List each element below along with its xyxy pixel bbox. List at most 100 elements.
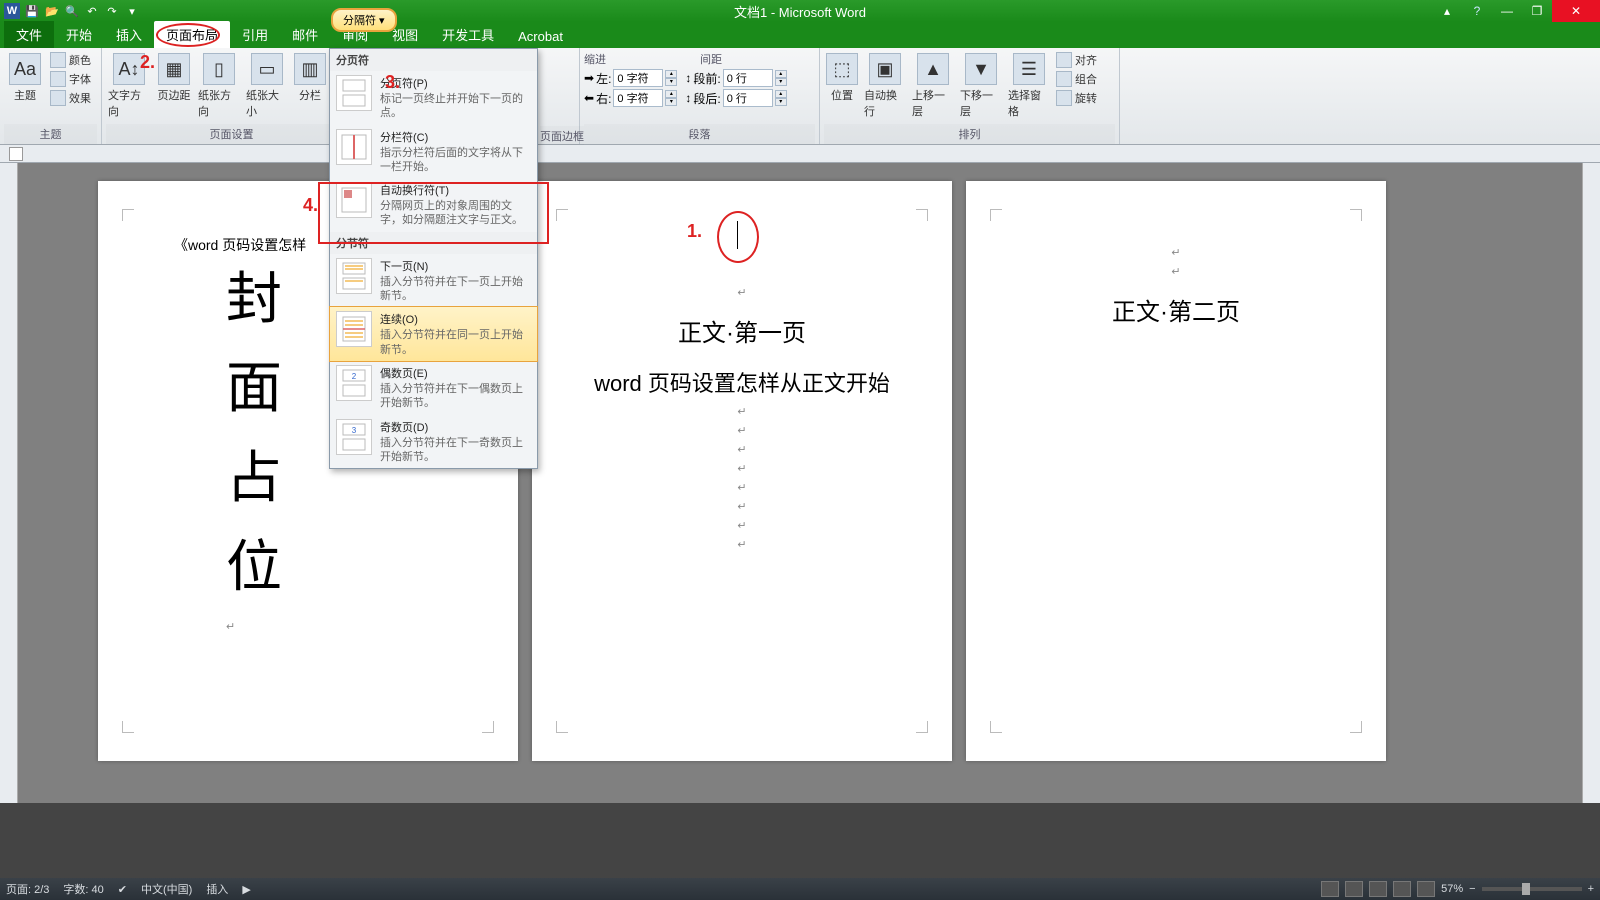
tab-acrobat[interactable]: Acrobat <box>506 25 575 48</box>
status-language[interactable]: 中文(中国) <box>141 881 192 897</box>
ruler-corner <box>0 145 1600 163</box>
group-label-arrange: 排列 <box>824 124 1115 144</box>
minimize-button[interactable]: — <box>1492 0 1522 22</box>
status-words[interactable]: 字数: 40 <box>63 881 103 897</box>
paragraph-mark: ↵ <box>560 286 924 299</box>
themes-button[interactable]: Aa主题 <box>4 51 46 105</box>
position-button[interactable]: ⬚位置 <box>824 51 860 105</box>
page-3[interactable]: ↵ ↵ 正文·第二页 <box>966 181 1386 761</box>
group-button[interactable]: 组合 <box>1054 70 1099 88</box>
vertical-ruler <box>0 163 18 803</box>
group-page-setup: A↕文字方向 ▦页边距 ▯纸张方向 ▭纸张大小 ▥分栏 页面设置 <box>102 48 362 144</box>
save-icon[interactable]: 💾 <box>24 3 40 19</box>
indent-right-input[interactable]: ⬅右:▴▾ <box>584 89 677 107</box>
menu-column-break[interactable]: 分栏符(C)指示分栏符后面的文字将从下一栏开始。 <box>330 125 537 179</box>
spacing-after-input[interactable]: ↕段后:▴▾ <box>685 89 786 107</box>
status-spellcheck-icon[interactable]: ✔ <box>118 883 127 896</box>
menu-even-page[interactable]: 2 偶数页(E)插入分节符并在下一偶数页上开始新节。 <box>330 361 537 415</box>
menu-next-page[interactable]: 下一页(N)插入分节符并在下一页上开始新节。 <box>330 254 537 308</box>
breaks-button[interactable]: 分隔符 ▾ <box>331 8 397 32</box>
theme-effects-button[interactable]: 效果 <box>48 89 93 107</box>
group-label-paragraph: 段落 <box>584 124 815 144</box>
text-direction-button[interactable]: A↕文字方向 <box>106 51 152 121</box>
group-label-themes: 主题 <box>4 124 97 144</box>
tab-mailings[interactable]: 邮件 <box>280 21 330 48</box>
document-area: 《word 页码设置怎样 封 面 占 位 ↵ 1. ↵ 正文·第一页 word … <box>0 163 1600 803</box>
dropdown-section-section-breaks: 分节符 <box>330 232 537 254</box>
title-bar: W 💾 📂 🔍 ↶ ↷ ▾ 文档1 - Microsoft Word ▴ ? —… <box>0 0 1600 22</box>
annotation-circle-cursor <box>717 211 759 263</box>
dropdown-section-page-breaks: 分页符 <box>330 49 537 71</box>
theme-colors-button[interactable]: 颜色 <box>48 51 93 69</box>
status-mode[interactable]: 插入 <box>206 881 228 897</box>
window-title: 文档1 - Microsoft Word <box>734 2 866 21</box>
zoom-slider[interactable] <box>1482 887 1582 891</box>
ruler-toggle[interactable] <box>9 147 23 161</box>
print-preview-icon[interactable]: 🔍 <box>64 3 80 19</box>
tab-references[interactable]: 引用 <box>230 21 280 48</box>
open-icon[interactable]: 📂 <box>44 3 60 19</box>
paragraph-mark: ↵ <box>560 462 924 475</box>
status-bar: 页面: 2/3 字数: 40 ✔ 中文(中国) 插入 ▶ 57% − + <box>0 878 1600 900</box>
effects-icon <box>50 90 66 106</box>
text-cursor <box>737 221 738 249</box>
group-arrange: ⬚位置 ▣自动换行 ▲上移一层 ▼下移一层 ☰选择窗格 对齐 组合 旋转 排列 <box>820 48 1120 144</box>
margin-corner <box>990 721 1002 733</box>
indent-left-input[interactable]: ➡左:▴▾ <box>584 69 677 87</box>
odd-page-icon: 3 <box>336 419 372 455</box>
spacing-before-input[interactable]: ↕段前:▴▾ <box>685 69 786 87</box>
margins-button[interactable]: ▦页边距 <box>154 51 194 105</box>
view-web-layout[interactable] <box>1369 881 1387 897</box>
undo-icon[interactable]: ↶ <box>84 3 100 19</box>
help-icon[interactable]: ? <box>1462 0 1492 22</box>
tab-file[interactable]: 文件 <box>4 21 54 48</box>
page3-heading: 正文·第二页 <box>994 296 1358 330</box>
margin-corner <box>556 209 568 221</box>
view-full-screen[interactable] <box>1345 881 1363 897</box>
menu-odd-page[interactable]: 3 奇数页(D)插入分节符并在下一奇数页上开始新节。 <box>330 415 537 469</box>
zoom-out-button[interactable]: − <box>1469 883 1475 895</box>
paragraph-mark: ↵ <box>560 519 924 532</box>
qat-more-icon[interactable]: ▾ <box>124 3 140 19</box>
column-break-icon <box>336 129 372 165</box>
ribbon-min-icon[interactable]: ▴ <box>1432 0 1462 22</box>
margin-corner <box>556 721 568 733</box>
status-page[interactable]: 页面: 2/3 <box>6 881 49 897</box>
tab-insert[interactable]: 插入 <box>104 21 154 48</box>
theme-fonts-button[interactable]: 字体 <box>48 70 93 88</box>
menu-page-break[interactable]: 分页符(P)标记一页终止并开始下一页的点。 <box>330 71 537 125</box>
status-macro-icon[interactable]: ▶ <box>242 883 250 896</box>
maximize-button[interactable]: ❐ <box>1522 0 1552 22</box>
send-backward-button[interactable]: ▼下移一层 <box>958 51 1004 121</box>
view-outline[interactable] <box>1393 881 1411 897</box>
size-button[interactable]: ▭纸张大小 <box>244 51 290 121</box>
menu-continuous[interactable]: 连续(O)插入分节符并在同一页上开始新节。 <box>329 306 538 362</box>
text-direction-icon: A↕ <box>113 53 145 85</box>
orientation-button[interactable]: ▯纸张方向 <box>196 51 242 121</box>
margin-corner <box>990 209 1002 221</box>
bring-forward-button[interactable]: ▲上移一层 <box>910 51 956 121</box>
zoom-level[interactable]: 57% <box>1441 883 1463 895</box>
view-draft[interactable] <box>1417 881 1435 897</box>
close-button[interactable]: ✕ <box>1552 0 1600 22</box>
tab-developer[interactable]: 开发工具 <box>430 21 506 48</box>
zoom-thumb[interactable] <box>1522 883 1530 895</box>
tab-page-layout[interactable]: 页面布局 <box>154 21 230 48</box>
align-button[interactable]: 对齐 <box>1054 51 1099 69</box>
paragraph-mark: ↵ <box>560 500 924 513</box>
colors-icon <box>50 52 66 68</box>
themes-label: 主题 <box>14 87 36 103</box>
page-2[interactable]: 1. ↵ 正文·第一页 word 页码设置怎样从正文开始 ↵ ↵ ↵ ↵ ↵ ↵… <box>532 181 952 761</box>
columns-button[interactable]: ▥分栏 <box>292 51 328 105</box>
rotate-button[interactable]: 旋转 <box>1054 89 1099 107</box>
continuous-icon <box>336 311 372 347</box>
tab-home[interactable]: 开始 <box>54 21 104 48</box>
zoom-in-button[interactable]: + <box>1588 883 1594 895</box>
redo-icon[interactable]: ↷ <box>104 3 120 19</box>
selection-pane-button[interactable]: ☰选择窗格 <box>1006 51 1052 121</box>
wrap-text-button[interactable]: ▣自动换行 <box>862 51 908 121</box>
view-print-layout[interactable] <box>1321 881 1339 897</box>
menu-text-wrapping-break[interactable]: 自动换行符(T)分隔网页上的对象周围的文字，如分隔题注文字与正文。 <box>330 178 537 232</box>
margin-corner <box>1350 209 1362 221</box>
margin-corner <box>916 209 928 221</box>
